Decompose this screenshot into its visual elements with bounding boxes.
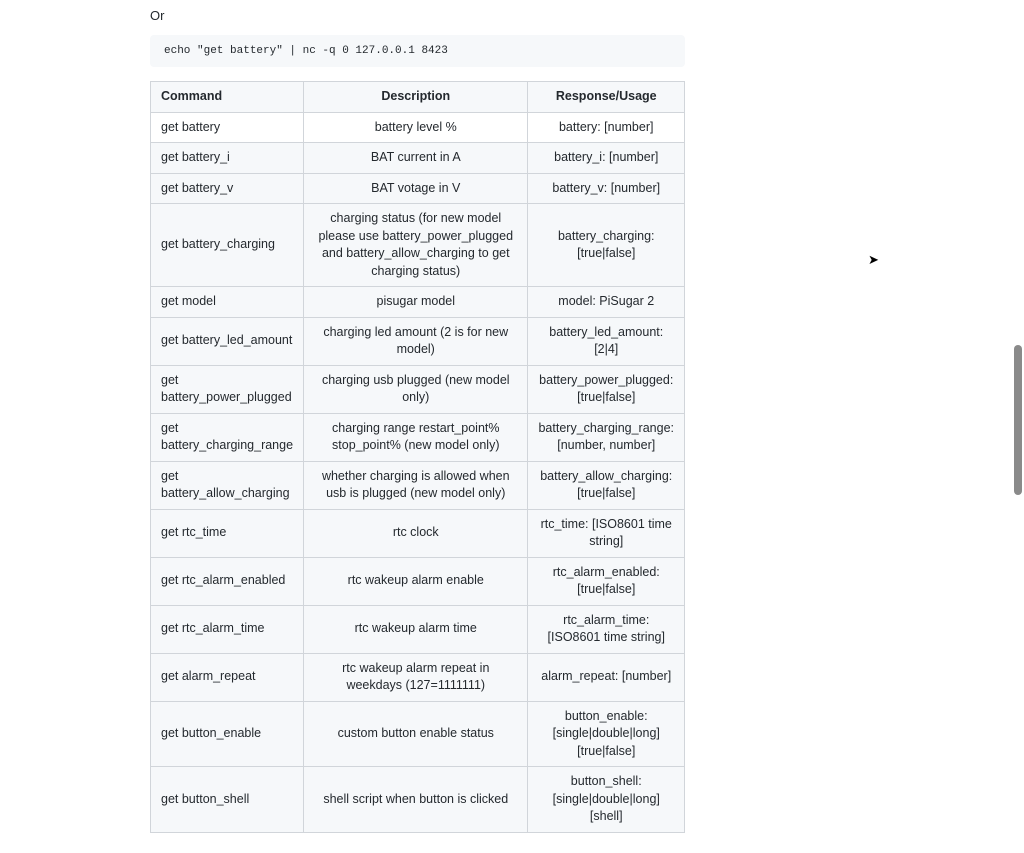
cell-response: battery_charging_range: [number, number] bbox=[528, 413, 685, 461]
cell-description: rtc wakeup alarm time bbox=[304, 605, 528, 653]
table-row: get batterybattery level %battery: [numb… bbox=[151, 112, 685, 143]
table-row: get battery_led_amountcharging led amoun… bbox=[151, 317, 685, 365]
cell-command: get button_shell bbox=[151, 767, 304, 833]
cell-response: battery_allow_charging: [true|false] bbox=[528, 461, 685, 509]
cell-command: get model bbox=[151, 287, 304, 318]
cell-description: custom button enable status bbox=[304, 701, 528, 767]
cell-description: battery level % bbox=[304, 112, 528, 143]
cell-description: charging range restart_point% stop_point… bbox=[304, 413, 528, 461]
cell-description: BAT votage in V bbox=[304, 173, 528, 204]
scrollbar-track[interactable] bbox=[1014, 0, 1022, 573]
cell-command: get battery_v bbox=[151, 173, 304, 204]
cell-command: get alarm_repeat bbox=[151, 653, 304, 701]
table-row: get rtc_alarm_enabledrtc wakeup alarm en… bbox=[151, 557, 685, 605]
cell-description: rtc wakeup alarm repeat in weekdays (127… bbox=[304, 653, 528, 701]
cell-response: button_enable: [single|double|long] [tru… bbox=[528, 701, 685, 767]
cell-response: rtc_alarm_enabled: [true|false] bbox=[528, 557, 685, 605]
cell-command: get rtc_time bbox=[151, 509, 304, 557]
cell-command: get button_enable bbox=[151, 701, 304, 767]
table-row: get rtc_timertc clockrtc_time: [ISO8601 … bbox=[151, 509, 685, 557]
table-row: get modelpisugar modelmodel: PiSugar 2 bbox=[151, 287, 685, 318]
cell-description: pisugar model bbox=[304, 287, 528, 318]
cell-command: get battery_power_plugged bbox=[151, 365, 304, 413]
cell-command: get battery_i bbox=[151, 143, 304, 174]
cell-response: rtc_time: [ISO8601 time string] bbox=[528, 509, 685, 557]
table-row: get button_enablecustom button enable st… bbox=[151, 701, 685, 767]
table-row: get battery_charging_rangecharging range… bbox=[151, 413, 685, 461]
table-row: get battery_iBAT current in Abattery_i: … bbox=[151, 143, 685, 174]
command-table: Command Description Response/Usage get b… bbox=[150, 81, 685, 833]
table-row: get rtc_alarm_timertc wakeup alarm timer… bbox=[151, 605, 685, 653]
table-row: get alarm_repeatrtc wakeup alarm repeat … bbox=[151, 653, 685, 701]
col-response: Response/Usage bbox=[528, 82, 685, 113]
cell-command: get battery_charging_range bbox=[151, 413, 304, 461]
cell-command: get rtc_alarm_time bbox=[151, 605, 304, 653]
scrollbar-thumb[interactable] bbox=[1014, 345, 1022, 495]
cell-description: whether charging is allowed when usb is … bbox=[304, 461, 528, 509]
code-block: echo "get battery" | nc -q 0 127.0.0.1 8… bbox=[150, 35, 685, 67]
cell-command: get battery_allow_charging bbox=[151, 461, 304, 509]
cell-response: alarm_repeat: [number] bbox=[528, 653, 685, 701]
col-command: Command bbox=[151, 82, 304, 113]
cell-description: rtc clock bbox=[304, 509, 528, 557]
cell-description: rtc wakeup alarm enable bbox=[304, 557, 528, 605]
cell-response: rtc_alarm_time: [ISO8601 time string] bbox=[528, 605, 685, 653]
table-row: get battery_power_pluggedcharging usb pl… bbox=[151, 365, 685, 413]
table-row: get battery_vBAT votage in Vbattery_v: [… bbox=[151, 173, 685, 204]
cell-command: get rtc_alarm_enabled bbox=[151, 557, 304, 605]
table-row: get battery_chargingcharging status (for… bbox=[151, 204, 685, 287]
or-label: Or bbox=[150, 8, 685, 23]
table-row: get battery_allow_chargingwhether chargi… bbox=[151, 461, 685, 509]
cell-command: get battery bbox=[151, 112, 304, 143]
table-row: get button_shellshell script when button… bbox=[151, 767, 685, 833]
col-description: Description bbox=[304, 82, 528, 113]
cell-description: shell script when button is clicked bbox=[304, 767, 528, 833]
cell-response: battery_power_plugged: [true|false] bbox=[528, 365, 685, 413]
cell-response: battery_charging: [true|false] bbox=[528, 204, 685, 287]
cell-description: charging status (for new model please us… bbox=[304, 204, 528, 287]
cell-response: battery_led_amount: [2|4] bbox=[528, 317, 685, 365]
cell-command: get battery_led_amount bbox=[151, 317, 304, 365]
cell-response: battery_i: [number] bbox=[528, 143, 685, 174]
cell-response: battery: [number] bbox=[528, 112, 685, 143]
table-header-row: Command Description Response/Usage bbox=[151, 82, 685, 113]
cell-description: charging usb plugged (new model only) bbox=[304, 365, 528, 413]
cell-response: battery_v: [number] bbox=[528, 173, 685, 204]
cell-response: model: PiSugar 2 bbox=[528, 287, 685, 318]
cell-description: BAT current in A bbox=[304, 143, 528, 174]
cell-response: button_shell: [single|double|long] [shel… bbox=[528, 767, 685, 833]
cell-description: charging led amount (2 is for new model) bbox=[304, 317, 528, 365]
cell-command: get battery_charging bbox=[151, 204, 304, 287]
